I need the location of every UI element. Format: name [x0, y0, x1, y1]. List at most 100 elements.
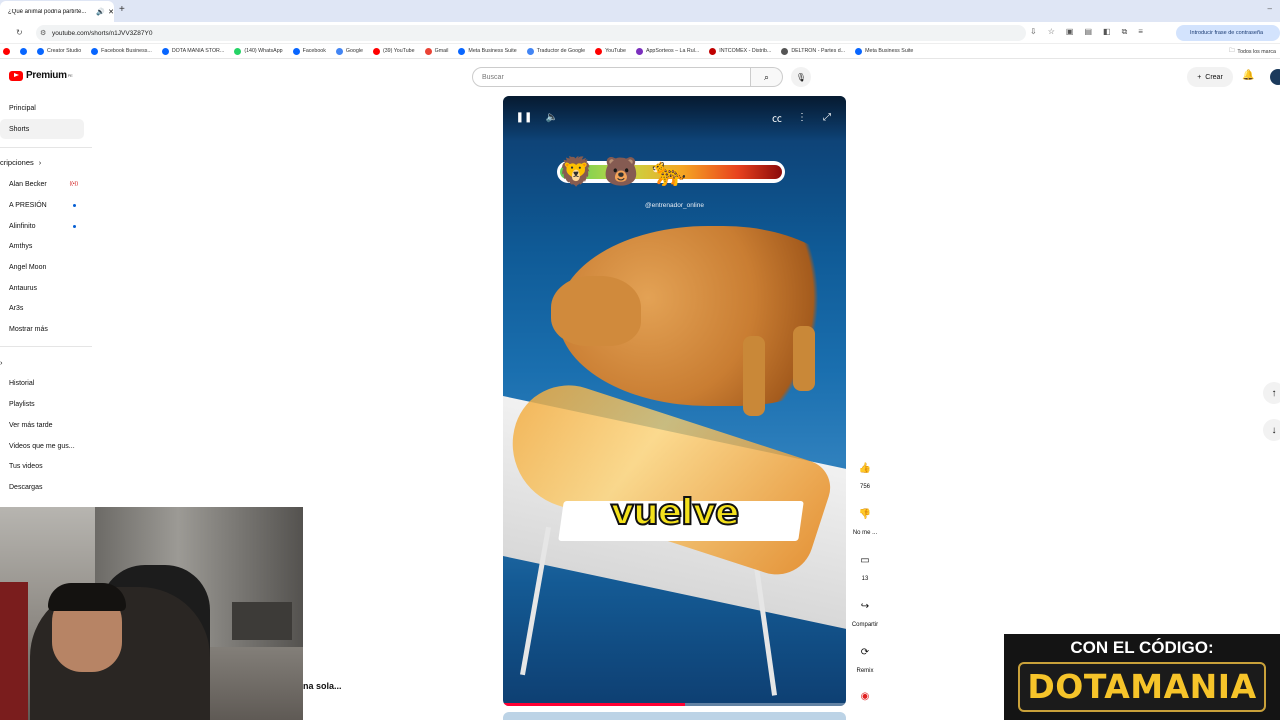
puzzle-icon[interactable]: ⧉: [1122, 27, 1128, 37]
avatar[interactable]: [1270, 69, 1280, 85]
next-short-preview[interactable]: [503, 712, 846, 720]
sidebar-item-watch-later[interactable]: Ver más tarde: [0, 415, 84, 435]
bookmark-label: Gmail: [434, 48, 449, 54]
browser-tab-active[interactable]: ¿Qué animal podría partirte... 🔊 ✕: [0, 1, 114, 22]
sidebar-item-show-more[interactable]: Mostrar más: [0, 319, 84, 339]
live-icon: ((•)): [69, 181, 78, 187]
comments-button[interactable]: ▭ 13: [845, 550, 885, 582]
install-icon[interactable]: ⇩: [1030, 27, 1037, 37]
voice-search-button[interactable]: 🎙: [791, 67, 811, 87]
captions-icon[interactable]: ㏄: [770, 110, 784, 125]
bookmark-facebook-icon-only[interactable]: [20, 47, 27, 55]
subscriptions-header[interactable]: cripciones ›: [0, 158, 41, 167]
chevron-right-icon: ›: [38, 158, 42, 167]
youtube-logo[interactable]: Premium PE: [9, 70, 73, 81]
url-text: youtube.com/shorts/n1JVV3Z87Y0: [52, 29, 153, 37]
dislike-button[interactable]: 👎 No me ...: [845, 504, 885, 536]
like-button[interactable]: 👍 756: [845, 458, 885, 490]
arrow-down-icon: ↓: [1271, 424, 1277, 436]
sidebar-item-your-videos[interactable]: Tus videos: [0, 456, 84, 476]
search-input[interactable]: Buscar: [472, 67, 751, 87]
sidebar-divider: [0, 147, 92, 148]
sidebar-item-channel[interactable]: A PRESIÓN: [0, 195, 84, 215]
site-info-icon[interactable]: ⚙: [40, 29, 46, 37]
bookmark-item[interactable]: Facebook: [292, 47, 326, 55]
bookmark-item[interactable]: YouTube: [595, 47, 626, 55]
bookmark-item[interactable]: Facebook Business...: [91, 47, 152, 55]
sidebar-item-downloads[interactable]: Descargas: [0, 477, 84, 497]
reload-icon[interactable]: ↻: [16, 28, 23, 37]
bookmark-item[interactable]: (39) YouTube: [372, 47, 415, 55]
instagram-icon: [3, 47, 10, 55]
favicon-icon: [635, 47, 643, 55]
logo-text: Premium: [26, 70, 67, 81]
password-chip[interactable]: Introducir frase de contraseña: [1176, 25, 1280, 41]
sound-thumbnail[interactable]: ◉: [845, 686, 885, 712]
sidebar-item-channel[interactable]: Alan Becker ((•)): [0, 174, 84, 194]
all-bookmarks-button[interactable]: 🗀 Todos los marca: [1225, 44, 1280, 58]
sidebar-item-channel[interactable]: Antaurus: [0, 278, 84, 298]
bookmark-apps[interactable]: [3, 47, 10, 55]
address-bar[interactable]: ⚙ youtube.com/shorts/n1JVV3Z87Y0: [36, 25, 1026, 41]
bookmark-label: YouTube: [605, 48, 626, 54]
next-short-button[interactable]: ↓: [1263, 419, 1280, 441]
bookmark-star-icon[interactable]: ☆: [1048, 27, 1055, 37]
more-options-icon[interactable]: ⋮: [795, 110, 809, 124]
bookmark-label: DOTA MANIA STOR...: [171, 48, 225, 54]
create-button[interactable]: + Crear: [1187, 67, 1233, 87]
bookmark-item[interactable]: DOTA MANIA STOR...: [161, 47, 225, 55]
video-progress-bar[interactable]: [503, 703, 846, 706]
bookmarks-bar: Creator Studio Facebook Business... DOTA…: [0, 44, 1280, 59]
bookmark-item[interactable]: DELTRON - Partes d...: [781, 47, 845, 55]
extension-icon[interactable]: ▣: [1066, 27, 1074, 37]
minimize-icon[interactable]: –: [1268, 4, 1272, 13]
fullscreen-icon[interactable]: ⤢: [820, 110, 834, 124]
bookmark-label: (140) WhatsApp: [244, 48, 283, 54]
sidebar-item-label: Descargas: [9, 483, 43, 491]
sidebar-item-label: Tus videos: [9, 462, 43, 470]
bookmark-item[interactable]: Meta Business Suite: [855, 47, 913, 55]
sidebar-item-history[interactable]: Historial: [0, 373, 84, 393]
media-icon[interactable]: ≡: [1138, 27, 1143, 37]
share-button[interactable]: ↪ Compartir: [845, 596, 885, 628]
favicon-icon: [526, 47, 534, 55]
video-jaguar-head: [551, 276, 641, 346]
close-tab-icon[interactable]: ✕: [108, 8, 114, 16]
sidebar-item-channel[interactable]: Angel Moon: [0, 257, 84, 277]
remix-button[interactable]: ⟳ Remix: [845, 642, 885, 674]
new-tab-button[interactable]: +: [119, 4, 125, 15]
video-jaguar-leg: [793, 326, 815, 391]
extension-icon[interactable]: ◧: [1103, 27, 1111, 37]
sidebar-item-channel[interactable]: Amthys: [0, 236, 84, 256]
sidebar-item-playlists[interactable]: Playlists: [0, 394, 84, 414]
previous-short-button[interactable]: ↑: [1263, 382, 1280, 404]
volume-icon[interactable]: 🔈: [545, 110, 559, 124]
sidebar-item-liked-videos[interactable]: Videos que me gus...: [0, 436, 84, 456]
favicon-icon: [372, 47, 380, 55]
bookmark-item[interactable]: (140) WhatsApp: [234, 47, 283, 55]
extension-icon[interactable]: ▤: [1084, 27, 1092, 37]
favicon-icon: [424, 47, 432, 55]
sidebar-item-channel[interactable]: Ar3s: [0, 298, 84, 318]
search-button[interactable]: ⌕: [751, 67, 783, 87]
sidebar-item-shorts[interactable]: Shorts: [0, 119, 84, 139]
sidebar-item-label: Amthys: [9, 242, 33, 250]
notifications-button[interactable]: 🔔: [1242, 70, 1254, 81]
create-label: Crear: [1205, 73, 1223, 81]
speaker-icon[interactable]: 🔊: [96, 8, 105, 16]
bookmark-item[interactable]: Google: [335, 47, 363, 55]
bookmark-item[interactable]: INTCOMEX - Distrib...: [709, 47, 771, 55]
sidebar-item-channel[interactable]: Alinfinito: [0, 216, 84, 236]
webcam-prop: [232, 602, 292, 640]
sidebar-divider: [0, 346, 92, 347]
you-section-header[interactable]: ›: [0, 358, 3, 367]
bookmark-item[interactable]: Gmail: [424, 47, 449, 55]
sidebar-item-principal[interactable]: Principal: [0, 98, 84, 118]
bookmark-item[interactable]: AppSorteos – La Rul...: [635, 47, 699, 55]
bookmark-item[interactable]: Meta Business Suite: [458, 47, 517, 55]
youtube-masthead: Premium PE Buscar ⌕ 🎙 + Crear 🔔: [0, 60, 1280, 96]
pause-icon[interactable]: ❚❚: [516, 110, 533, 124]
shorts-player[interactable]: ❚❚ 🔈 ㏄ ⋮ ⤢ 🦁 🐻 🐆 @entrenador_online vuel…: [503, 96, 846, 706]
bookmark-item[interactable]: Creator Studio: [37, 47, 81, 55]
bookmark-item[interactable]: Traductor de Google: [526, 47, 585, 55]
